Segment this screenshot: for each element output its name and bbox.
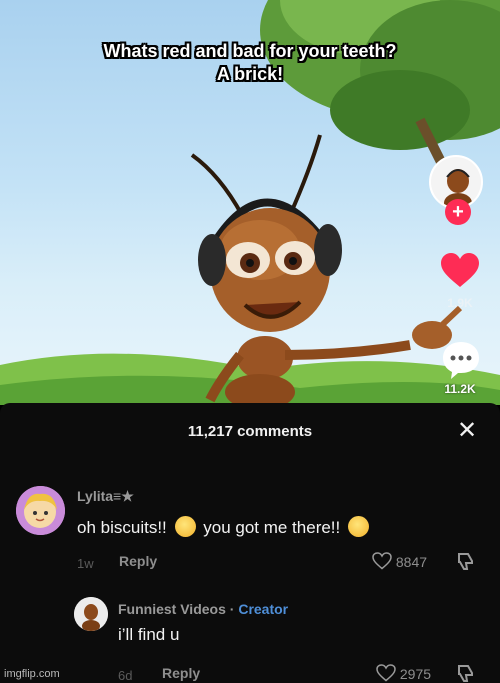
username-suffix: ≡★ xyxy=(113,488,134,504)
like-count: 1.9K xyxy=(447,296,473,310)
blushing-emoji-icon xyxy=(348,516,369,537)
heart-outline-icon xyxy=(376,664,396,682)
creator-username[interactable]: Funniest Videos · Creator xyxy=(118,601,288,617)
dislike-icon[interactable] xyxy=(456,551,476,571)
ant-character xyxy=(190,134,463,405)
comments-panel: 11,217 comments ✕ Lylita≡★ oh biscuits!!… xyxy=(0,403,500,683)
ant-avatar-icon xyxy=(74,597,108,631)
comment-text-part2: you got me there!! xyxy=(203,518,341,537)
comment-text-part1: oh biscuits!! xyxy=(77,518,167,537)
comment-like-count: 8847 xyxy=(395,554,428,570)
comment-text: oh biscuits!! you got me there!! xyxy=(77,516,372,538)
heart-icon[interactable] xyxy=(440,253,480,289)
video-caption-line2: A brick! xyxy=(216,64,284,84)
video-player[interactable]: Whats red and bad for your teeth? A bric… xyxy=(0,0,500,405)
watermark: imgflip.com xyxy=(4,668,60,680)
close-icon[interactable]: ✕ xyxy=(455,419,479,443)
comment-username[interactable]: Lylita≡★ xyxy=(77,488,134,505)
comment-like-button[interactable]: 8847 xyxy=(372,552,427,570)
anime-avatar-icon xyxy=(16,486,65,535)
follow-plus-button[interactable]: + xyxy=(445,199,471,225)
dislike-icon[interactable] xyxy=(456,663,476,683)
comment-bubble-icon[interactable] xyxy=(441,340,481,380)
reply-like-button[interactable]: 2975 xyxy=(376,664,431,682)
video-caption-line1: Whats red and bad for your teeth? xyxy=(103,41,397,61)
creator-reply-avatar[interactable] xyxy=(74,597,108,631)
reply-button[interactable]: Reply xyxy=(119,553,157,569)
reply-text: i’ll find u xyxy=(118,625,180,644)
creator-badge: Creator xyxy=(238,601,289,617)
comment-time: 1w xyxy=(77,556,94,571)
username-text: Funniest Videos xyxy=(118,601,226,617)
comments-count-title: 11,217 comments xyxy=(187,423,313,440)
heart-outline-icon xyxy=(372,552,392,570)
username-separator: · xyxy=(229,601,235,617)
comment-count: 11.2K xyxy=(444,382,476,396)
reply-time: 6d xyxy=(118,668,133,683)
reply-like-count: 2975 xyxy=(399,666,432,682)
username-text: Lylita xyxy=(77,488,114,504)
reply-button[interactable]: Reply xyxy=(162,665,200,681)
laughing-emoji-icon xyxy=(174,516,196,537)
commenter-avatar[interactable] xyxy=(16,486,65,535)
